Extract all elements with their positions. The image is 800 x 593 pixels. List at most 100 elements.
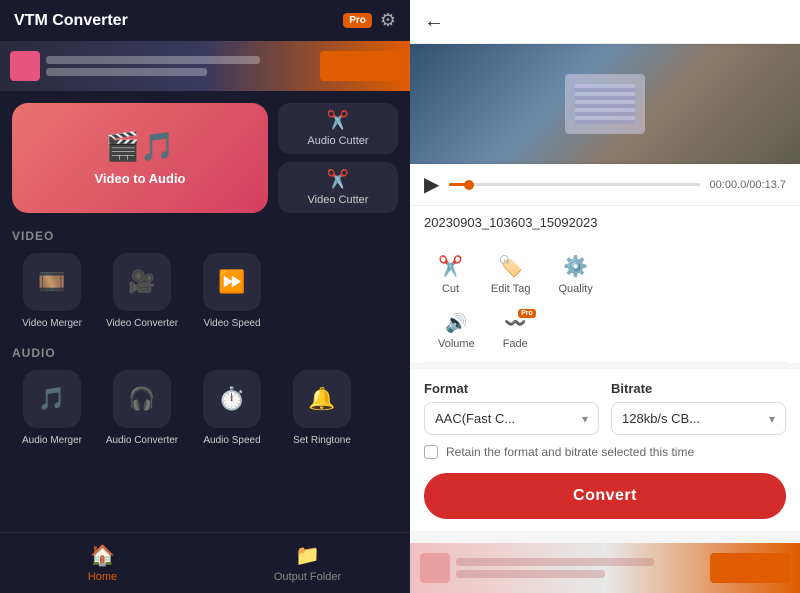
- app-title: VTM Converter: [14, 12, 128, 30]
- quality-tool[interactable]: ⚙️ Quality: [544, 248, 606, 301]
- video-converter-icon-box: 🎥: [113, 253, 171, 311]
- feature-row: 🎬🎵 Video to Audio ✂️ Audio Cutter ✂️ Vid…: [12, 103, 398, 213]
- right-header: ←: [410, 0, 800, 44]
- bitrate-arrow-icon: ▾: [769, 412, 775, 426]
- nav-output-folder[interactable]: 📁 Output Folder: [205, 533, 410, 593]
- ad-text-lines: [46, 56, 314, 76]
- cut-label: Cut: [442, 283, 459, 295]
- video-to-audio-card[interactable]: 🎬🎵 Video to Audio: [12, 103, 268, 213]
- bottom-nav: 🏠 Home 📁 Output Folder: [0, 532, 410, 593]
- format-value: AAC(Fast C...: [435, 411, 515, 426]
- cut-icon: ✂️: [438, 254, 463, 279]
- right-ad-lines: [456, 558, 704, 578]
- edit-tag-tool[interactable]: 🏷️ Edit Tag: [477, 248, 545, 301]
- bitrate-col: Bitrate 128kb/s CB... ▾: [611, 381, 786, 435]
- audio-merger-item[interactable]: 🎵 Audio Merger: [12, 370, 92, 447]
- fade-pro-badge: Pro: [518, 309, 536, 318]
- retain-label: Retain the format and bitrate selected t…: [446, 445, 694, 459]
- audio-converter-icon-box: 🎧: [113, 370, 171, 428]
- set-ringtone-label: Set Ringtone: [293, 434, 351, 447]
- audio-grid-row: 🎵 Audio Merger 🎧 Audio Converter ⏱️ Audi…: [12, 370, 398, 447]
- video-merger-icon-box: 🎞️: [23, 253, 81, 311]
- tools-row-1: ✂️ Cut 🏷️ Edit Tag ⚙️ Quality: [424, 248, 786, 301]
- format-label: Format: [424, 381, 599, 396]
- ad-pink-block: [10, 51, 40, 81]
- bitrate-select[interactable]: 128kb/s CB... ▾: [611, 402, 786, 435]
- edit-tag-label: Edit Tag: [491, 283, 531, 295]
- video-speed-icon-box: ⏩: [203, 253, 261, 311]
- file-name: 20230903_103603_15092023: [424, 215, 598, 230]
- video-cutter-icon: ✂️: [327, 169, 349, 190]
- player-controls: ▶ 00:00.0/00:13.7: [410, 164, 800, 206]
- ad-line-2: [46, 68, 207, 76]
- fade-label: Fade: [503, 338, 528, 350]
- right-ad-pink: [420, 553, 450, 583]
- format-arrow-icon: ▾: [582, 412, 588, 426]
- volume-tool[interactable]: 🔊 Volume: [424, 309, 489, 354]
- cut-tool[interactable]: ✂️ Cut: [424, 248, 477, 301]
- video-converter-item[interactable]: 🎥 Video Converter: [102, 253, 182, 330]
- time-display: 00:00.0/00:13.7: [710, 179, 786, 191]
- video-speed-item[interactable]: ⏩ Video Speed: [192, 253, 272, 330]
- progress-dot: [464, 180, 474, 190]
- header-right: Pro ⚙: [343, 10, 396, 31]
- audio-section-header: AUDIO: [12, 346, 398, 360]
- video-preview: [410, 44, 800, 164]
- video-converter-label: Video Converter: [106, 317, 178, 330]
- folder-icon: 📁: [295, 543, 320, 568]
- video-cutter-card[interactable]: ✂️ Video Cutter: [278, 162, 398, 213]
- right-bottom-ad: [410, 543, 800, 593]
- volume-icon: 🔊: [445, 313, 467, 334]
- scroll-content: 🎬🎵 Video to Audio ✂️ Audio Cutter ✂️ Vid…: [0, 91, 410, 532]
- edit-tag-icon: 🏷️: [498, 254, 523, 279]
- video-to-audio-icon: 🎬🎵: [105, 130, 175, 163]
- right-ad-orange: [710, 553, 790, 583]
- video-merger-label: Video Merger: [22, 317, 82, 330]
- side-cards: ✂️ Audio Cutter ✂️ Video Cutter: [278, 103, 398, 213]
- video-merger-item[interactable]: 🎞️ Video Merger: [12, 253, 92, 330]
- format-select[interactable]: AAC(Fast C... ▾: [424, 402, 599, 435]
- video-grid-row: 🎞️ Video Merger 🎥 Video Converter ⏩ Vide…: [12, 253, 398, 330]
- edit-tools: ✂️ Cut 🏷️ Edit Tag ⚙️ Quality 🔊 Volume P…: [410, 240, 800, 363]
- quality-label: Quality: [558, 283, 592, 295]
- nav-home[interactable]: 🏠 Home: [0, 533, 205, 593]
- audio-converter-label: Audio Converter: [106, 434, 178, 447]
- gear-icon[interactable]: ⚙: [380, 10, 396, 31]
- top-ad-banner: [0, 41, 410, 91]
- back-button[interactable]: ←: [424, 10, 444, 33]
- right-ad-line-1: [456, 558, 654, 566]
- tools-row-2: 🔊 Volume Pro 〰️ Fade: [424, 309, 786, 363]
- audio-converter-item[interactable]: 🎧 Audio Converter: [102, 370, 182, 447]
- video-to-audio-label: Video to Audio: [95, 171, 186, 186]
- ad-line-1: [46, 56, 260, 64]
- left-panel: VTM Converter Pro ⚙ 🎬🎵 Video to Audio ✂️…: [0, 0, 410, 593]
- audio-merger-label: Audio Merger: [22, 434, 82, 447]
- convert-button[interactable]: Convert: [424, 473, 786, 519]
- audio-cutter-label: Audio Cutter: [307, 135, 368, 147]
- audio-cutter-icon: ✂️: [327, 110, 349, 131]
- audio-cutter-card[interactable]: ✂️ Audio Cutter: [278, 103, 398, 154]
- output-folder-label: Output Folder: [274, 571, 341, 583]
- progress-bar[interactable]: [449, 183, 699, 186]
- retain-row: Retain the format and bitrate selected t…: [424, 445, 786, 459]
- pro-badge: Pro: [343, 13, 372, 28]
- audio-speed-icon-box: ⏱️: [203, 370, 261, 428]
- home-label: Home: [88, 571, 117, 583]
- play-button[interactable]: ▶: [424, 172, 439, 197]
- app-header: VTM Converter Pro ⚙: [0, 0, 410, 41]
- set-ringtone-icon-box: 🔔: [293, 370, 351, 428]
- set-ringtone-item[interactable]: 🔔 Set Ringtone: [282, 370, 362, 447]
- bitrate-value: 128kb/s CB...: [622, 411, 700, 426]
- right-ad-line-2: [456, 570, 605, 578]
- format-section: Format AAC(Fast C... ▾ Bitrate 128kb/s C…: [410, 369, 800, 531]
- retain-checkbox[interactable]: [424, 445, 438, 459]
- audio-speed-label: Audio Speed: [203, 434, 260, 447]
- video-speed-label: Video Speed: [203, 317, 260, 330]
- home-icon: 🏠: [90, 543, 115, 568]
- quality-icon: ⚙️: [563, 254, 588, 279]
- video-section-header: VIDEO: [12, 229, 398, 243]
- right-panel: ← ▶ 00:00.0/00:13.7 20230903_103603_1509…: [410, 0, 800, 593]
- fade-tool[interactable]: Pro 〰️ Fade: [489, 309, 542, 354]
- volume-label: Volume: [438, 338, 475, 350]
- audio-speed-item[interactable]: ⏱️ Audio Speed: [192, 370, 272, 447]
